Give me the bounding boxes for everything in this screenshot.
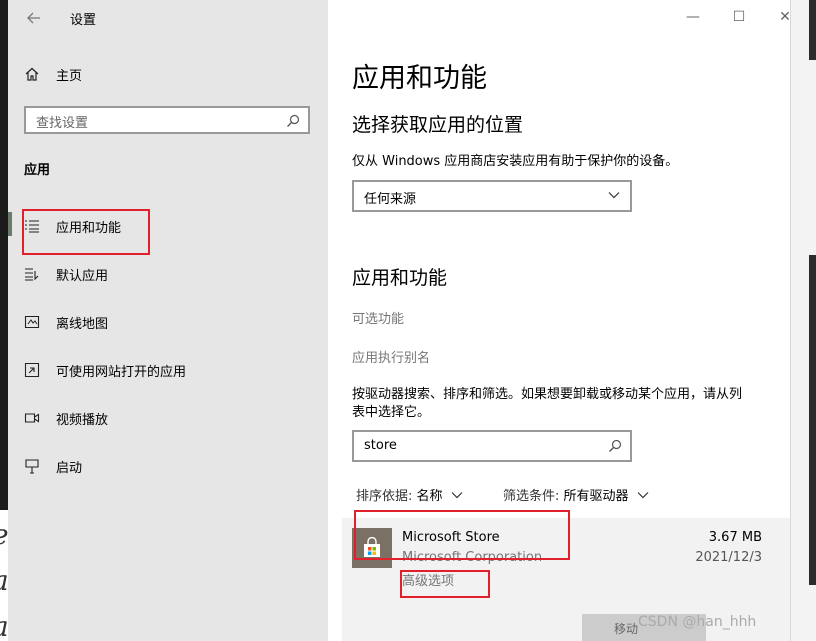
sidebar-item-label: 启动 xyxy=(56,460,83,476)
sidebar: 设置 主页 查找设置 应用 应用和功能 默认应用 离线地图 可使用网站打开的应用… xyxy=(8,0,328,641)
sort-value: 名称 xyxy=(416,489,443,504)
sidebar-item-video-playback[interactable]: 视频播放 xyxy=(24,404,314,432)
app-search-value: store xyxy=(364,438,397,453)
highlight-box-apps-features xyxy=(22,209,150,255)
sidebar-item-default-apps[interactable]: 默认应用 xyxy=(24,260,314,288)
selected-indicator xyxy=(8,212,12,236)
chevron-down-icon xyxy=(637,491,648,498)
offline-maps-icon xyxy=(24,314,40,330)
maximize-icon: ☐ xyxy=(732,9,746,25)
app-execution-alias-link[interactable]: 应用执行别名 xyxy=(352,347,430,366)
filter-value: 所有驱动器 xyxy=(563,489,629,504)
close-icon: ✕ xyxy=(779,9,790,25)
install-section-description: 仅从 Windows 应用商店安装应用有助于保护你的设备。 xyxy=(352,154,679,169)
watermark: CSDN @han_hhh xyxy=(638,614,757,630)
install-section-heading: 选择获取应用的位置 xyxy=(352,114,524,136)
move-button-label: 移动 xyxy=(614,622,639,636)
page-title: 应用和功能 xyxy=(352,63,487,94)
apps-section-description: 按驱动器搜索、排序和筛选。如果想要卸载或移动某个应用，请从列 表中选择它。 xyxy=(352,386,790,422)
sort-by-dropdown[interactable]: 排序依据: 名称 xyxy=(356,485,463,504)
apps-description-line-1: 按驱动器搜索、排序和筛选。如果想要卸载或移动某个应用，请从列 xyxy=(352,387,743,402)
filter-label: 筛选条件: xyxy=(503,489,560,504)
search-icon xyxy=(609,439,622,452)
apps-for-websites-icon xyxy=(24,362,40,378)
app-install-date: 2021/12/3 xyxy=(695,550,762,565)
default-apps-icon xyxy=(24,266,40,282)
sidebar-item-offline-maps[interactable]: 离线地图 xyxy=(24,308,314,336)
minimize-button[interactable]: — xyxy=(682,6,704,28)
close-button[interactable]: ✕ xyxy=(774,6,790,28)
window-title: 设置 xyxy=(70,13,97,28)
settings-search-placeholder: 查找设置 xyxy=(36,116,89,131)
sidebar-item-label: 可使用网站打开的应用 xyxy=(56,364,187,380)
sidebar-item-label: 离线地图 xyxy=(56,316,109,332)
sidebar-item-label: 默认应用 xyxy=(56,268,109,284)
sidebar-section-label: 应用 xyxy=(24,163,51,178)
sort-label: 排序依据: xyxy=(356,489,413,504)
sidebar-item-label: 视频播放 xyxy=(56,412,109,428)
home-icon xyxy=(24,66,40,82)
back-arrow-icon xyxy=(27,12,40,24)
sidebar-item-home[interactable]: 主页 xyxy=(24,60,314,88)
highlight-box-app-name xyxy=(354,510,570,560)
background-window-right xyxy=(790,0,816,641)
install-source-value: 任何来源 xyxy=(364,192,417,207)
app-size: 3.67 MB xyxy=(708,530,762,545)
chevron-down-icon xyxy=(451,491,462,498)
filter-by-dropdown[interactable]: 筛选条件: 所有驱动器 xyxy=(503,485,649,504)
startup-icon xyxy=(24,458,40,474)
sidebar-item-startup[interactable]: 启动 xyxy=(24,452,314,480)
apps-description-line-2: 表中选择它。 xyxy=(352,405,431,420)
highlight-box-advanced-options xyxy=(400,570,490,598)
app-search-input[interactable]: store xyxy=(352,430,632,462)
search-icon xyxy=(287,114,300,127)
apps-section-heading: 应用和功能 xyxy=(352,267,448,289)
optional-features-link[interactable]: 可选功能 xyxy=(352,308,404,327)
maximize-button[interactable]: ☐ xyxy=(728,6,750,28)
install-source-dropdown[interactable]: 任何来源 xyxy=(352,180,632,212)
minimize-icon: — xyxy=(686,9,700,25)
video-playback-icon xyxy=(24,410,40,426)
back-button[interactable] xyxy=(24,8,44,28)
sidebar-home-label: 主页 xyxy=(56,68,83,84)
settings-window: 设置 主页 查找设置 应用 应用和功能 默认应用 离线地图 可使用网站打开的应用… xyxy=(8,0,790,641)
settings-search-input[interactable]: 查找设置 xyxy=(24,106,310,134)
chevron-down-icon xyxy=(608,192,620,199)
content-pane: — ☐ ✕ 应用和功能 选择获取应用的位置 仅从 Windows 应用商店安装应… xyxy=(328,0,790,641)
sidebar-item-apps-for-websites[interactable]: 可使用网站打开的应用 xyxy=(24,356,314,384)
